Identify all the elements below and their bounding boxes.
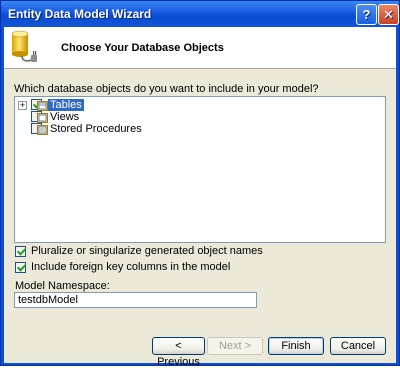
pluralize-label[interactable]: Pluralize or singularize generated objec… bbox=[31, 245, 263, 257]
close-button[interactable]: ✕ bbox=[378, 4, 399, 25]
tree-item-label: Tables bbox=[48, 99, 84, 111]
model-namespace-label: Model Namespace: bbox=[15, 280, 110, 292]
tree-item-label: Stored Procedures bbox=[50, 123, 142, 135]
tree-node-views[interactable]: Views bbox=[15, 111, 215, 123]
cancel-button[interactable]: Cancel bbox=[330, 337, 386, 355]
window-title: Entity Data Model Wizard bbox=[8, 7, 152, 21]
dialog-body: Choose Your Database Objects Which datab… bbox=[4, 27, 396, 368]
model-namespace-input[interactable] bbox=[14, 292, 257, 308]
tree-node-stored-procedures[interactable]: Stored Procedures bbox=[15, 123, 215, 135]
table-folder-icon bbox=[37, 101, 48, 111]
foreign-key-checkbox[interactable] bbox=[15, 262, 26, 273]
procedure-folder-icon bbox=[37, 125, 48, 135]
view-folder-icon bbox=[37, 113, 48, 123]
database-objects-tree[interactable]: + Tables Views Stored Procedures bbox=[14, 96, 386, 243]
close-icon: ✕ bbox=[383, 7, 394, 22]
foreign-key-label[interactable]: Include foreign key columns in the model bbox=[31, 261, 230, 273]
next-button[interactable]: Next > bbox=[207, 337, 263, 355]
expand-icon[interactable]: + bbox=[18, 101, 27, 110]
wizard-header: Choose Your Database Objects bbox=[4, 27, 396, 69]
wizard-window: Entity Data Model Wizard ? ✕ Choose Your… bbox=[0, 0, 400, 368]
page-title: Choose Your Database Objects bbox=[61, 42, 224, 54]
help-button[interactable]: ? bbox=[356, 4, 377, 25]
database-plug-icon bbox=[11, 30, 37, 62]
title-bar[interactable]: Entity Data Model Wizard ? ✕ bbox=[1, 1, 399, 27]
pluralize-checkbox[interactable] bbox=[15, 246, 26, 257]
tree-item-label: Views bbox=[50, 111, 80, 123]
tree-node-tables[interactable]: + Tables bbox=[15, 99, 215, 111]
help-icon: ? bbox=[362, 7, 371, 22]
finish-button[interactable]: Finish bbox=[268, 337, 324, 355]
objects-prompt: Which database objects do you want to in… bbox=[14, 83, 319, 95]
previous-button[interactable]: < Previous bbox=[152, 337, 205, 368]
